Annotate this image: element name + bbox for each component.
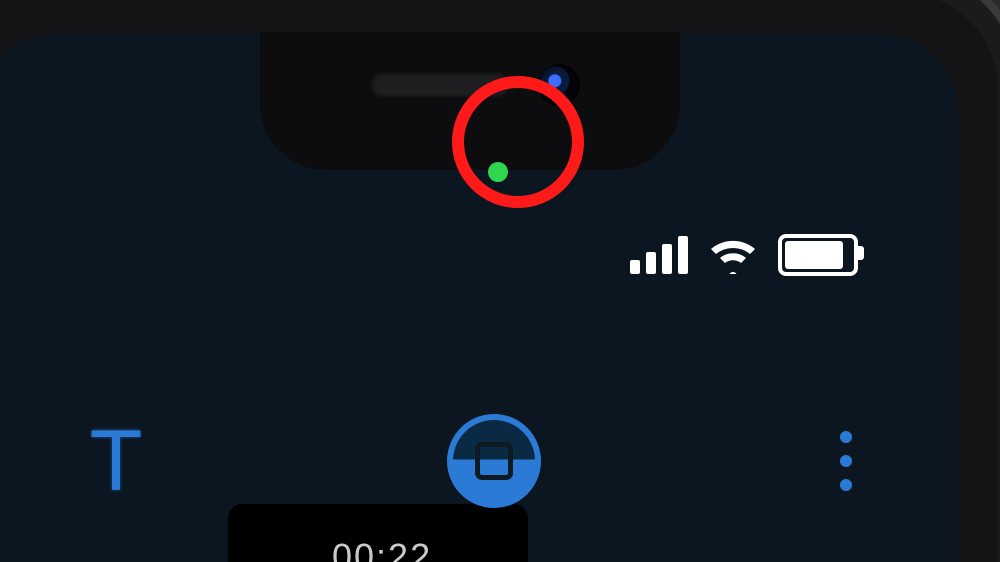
wifi-icon xyxy=(708,236,758,274)
rotate-camera-button[interactable]: T xyxy=(70,415,162,507)
cellular-signal-icon xyxy=(630,236,688,274)
screenshot-stage: T 00:22 xyxy=(0,0,1000,562)
battery-fill xyxy=(785,241,843,269)
dot-icon xyxy=(840,431,852,443)
call-controls-row: T xyxy=(0,414,958,508)
battery-icon xyxy=(778,234,858,276)
annotation-circle xyxy=(452,76,584,208)
more-options-button[interactable] xyxy=(826,417,866,505)
rotate-letter-icon: T xyxy=(90,418,143,504)
status-bar xyxy=(630,234,858,276)
end-call-button[interactable] xyxy=(447,414,541,508)
dot-icon xyxy=(840,479,852,491)
call-timer: 00:22 xyxy=(332,536,432,562)
dot-icon xyxy=(840,455,852,467)
end-call-icon xyxy=(475,442,513,480)
